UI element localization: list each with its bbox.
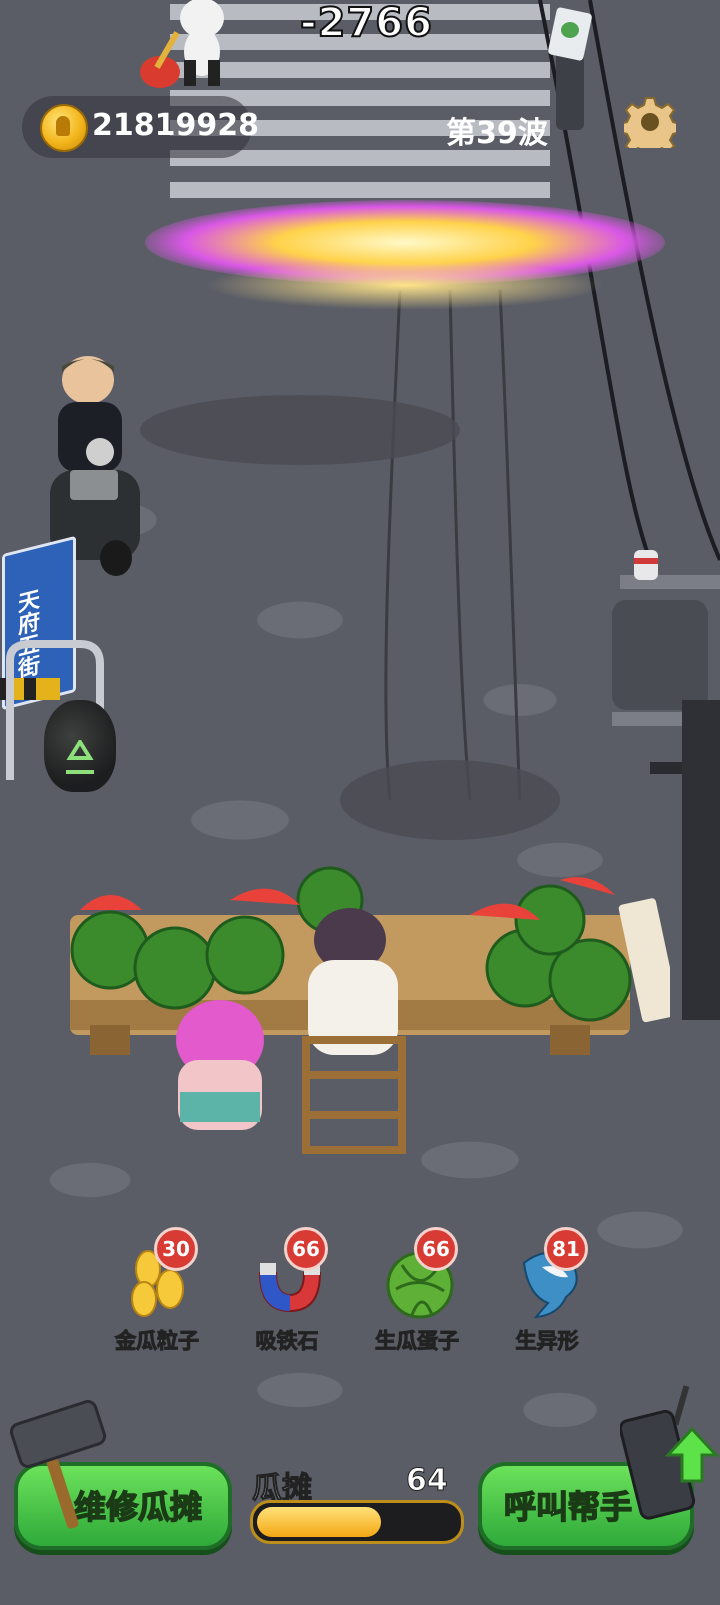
watermelon-stall <box>70 866 670 1154</box>
phone-icon <box>620 1385 720 1520</box>
recycle-icon <box>66 740 94 774</box>
powerup-bar: 30 金瓜粒子 66 吸铁石 66 生瓜蛋子 81 生异形 <box>0 1225 720 1365</box>
panda-enemy <box>140 0 224 88</box>
powerup-label: 生瓜蛋子 <box>375 1329 460 1354</box>
powerup-alien-shark[interactable]: 81 生异形 <box>482 1225 612 1365</box>
powerup-magnet[interactable]: 66 吸铁石 <box>222 1225 352 1365</box>
stall-health-bar <box>250 1500 464 1544</box>
powerup-golden-seeds[interactable]: 30 金瓜粒子 <box>92 1225 222 1365</box>
powerup-label: 生异形 <box>515 1329 579 1354</box>
stall-health-value: 64 <box>406 1463 449 1499</box>
stall-health-fill <box>257 1507 381 1537</box>
wave-label: 第39波 <box>446 116 548 151</box>
damage-number: -2766 <box>299 0 433 47</box>
coin-icon <box>40 104 88 152</box>
powerup-label: 吸铁石 <box>255 1329 319 1354</box>
hammer-icon <box>10 1400 107 1529</box>
powerup-label: 金瓜粒子 <box>115 1329 200 1354</box>
powerup-count-badge: 81 <box>544 1227 588 1271</box>
powerup-count-badge: 66 <box>284 1227 328 1271</box>
coin-amount: 21819928 <box>92 108 259 143</box>
explosion-effect <box>145 200 665 310</box>
powerup-count-badge: 30 <box>154 1227 198 1271</box>
game-scene: -2766 21819928 第39波 天府五街 30 金瓜粒子 66 吸铁石 … <box>0 0 720 1605</box>
gear-icon[interactable] <box>624 96 676 148</box>
powerup-count-badge: 66 <box>414 1227 458 1271</box>
powerup-green-melon[interactable]: 66 生瓜蛋子 <box>352 1225 482 1365</box>
